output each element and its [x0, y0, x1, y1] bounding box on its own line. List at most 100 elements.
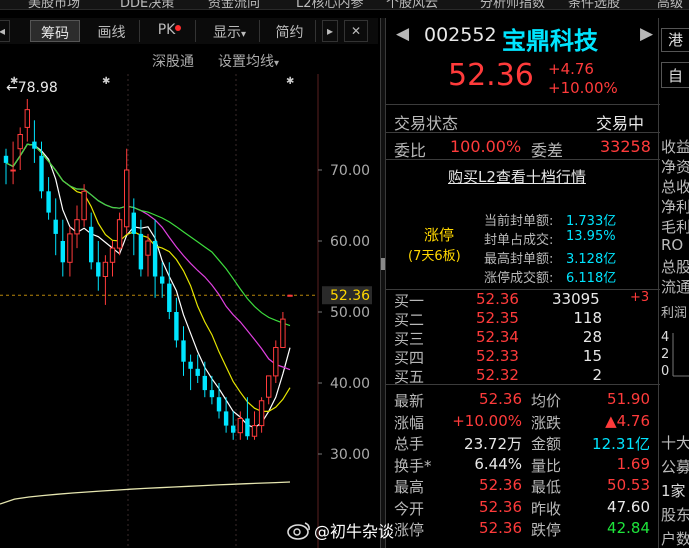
quote-panel: ◀ 002552 宝鼎科技 ▶ 52.36 +4.76 +10.00% 交易状态…	[386, 18, 660, 548]
stat-value: 23.72万	[464, 435, 522, 453]
limit-detail-value: 3.128亿	[566, 252, 617, 267]
close-icon[interactable]: ✕	[344, 20, 368, 42]
bid-level-price: 52.33	[476, 347, 519, 365]
weibo-icon	[287, 522, 310, 540]
hk-button[interactable]: 港	[661, 28, 689, 52]
limit-detail-value: 13.95%	[566, 229, 616, 244]
bid-level-volume: 28	[582, 328, 602, 346]
candle-body	[109, 247, 116, 263]
limit-detail-label: 涨停成交额:	[484, 271, 554, 286]
buy-l2-link[interactable]: 购买L2查看十档行情	[448, 166, 586, 187]
limit-up-title: 涨停	[424, 226, 455, 244]
long-ma-line	[0, 481, 291, 505]
finance-metric-label: 总股	[661, 258, 689, 276]
stat-label: 最低	[531, 478, 562, 496]
stat-label: 量比	[531, 456, 562, 475]
tab-prev-arrow[interactable]: ◂	[0, 20, 10, 42]
limit-detail-label: 封单占成交:	[484, 233, 554, 248]
notification-dot	[175, 25, 182, 31]
limit-detail-label: 当前封单额:	[484, 214, 554, 229]
price-change-pct: +10.00%	[548, 79, 618, 97]
shareholder-label: 1家	[661, 482, 686, 500]
menu-dde[interactable]: DDE决策	[120, 0, 174, 11]
custom-button[interactable]: 自	[661, 62, 689, 88]
shareholder-label: 公募	[661, 458, 689, 476]
finance-metric-label: 净利	[661, 198, 689, 216]
stat-value: 12.31亿	[592, 435, 650, 453]
bid-level-price: 52.34	[476, 328, 519, 346]
candle-body	[258, 400, 265, 427]
candle-body	[188, 361, 193, 369]
candle-body	[266, 375, 272, 398]
finance-metric-label: 流通	[661, 278, 689, 296]
bid-level-price: 52.32	[476, 366, 519, 384]
stat-value: 50.53	[607, 476, 650, 494]
chart-tab-bar: ◂ 筹码 画线 PK 显示▾ 简约 ▸ ✕	[0, 18, 378, 44]
menu-stock-screener[interactable]: 条件选股	[568, 0, 620, 11]
bid-level-volume: 2	[592, 366, 602, 384]
candle-body	[60, 241, 65, 263]
prev-stock-arrow[interactable]: ◀	[396, 24, 409, 44]
price-change: +4.76	[548, 60, 594, 78]
bid-level-label: 买四	[394, 349, 425, 367]
finance-side-panel: 港 自 收益 净资 总收 净利 毛利 RO 总股 流通 利润 420 十大 公募 1家 股东 户数	[658, 18, 689, 548]
watermark-text: @初牛杂谈	[314, 522, 395, 541]
stat-label: 涨跌	[531, 413, 562, 432]
next-stock-arrow[interactable]: ▶	[640, 24, 653, 44]
candle-body	[160, 276, 165, 284]
candle-body	[24, 109, 31, 128]
bid-1-label: 买一	[394, 292, 425, 310]
menu-stock-news[interactable]: 个股风云	[386, 0, 438, 11]
tab-next-arrow[interactable]: ▸	[322, 20, 338, 42]
y-tick-label: 60.00	[330, 234, 370, 250]
bid-1-volume: 33095	[552, 290, 600, 308]
tab-pk-label: PK	[157, 22, 176, 38]
stat-value: 52.36	[479, 519, 522, 537]
stock-name: 宝鼎科技	[502, 27, 598, 55]
shareholder-label: 股东	[661, 506, 689, 524]
stat-value: 6.44%	[474, 454, 522, 473]
candle-body	[3, 155, 9, 163]
limit-up-streak: (7天6板)	[408, 249, 461, 264]
candle-body	[195, 368, 200, 376]
candle-body	[10, 169, 16, 172]
menu-advanced[interactable]: 高级	[657, 0, 683, 11]
current-price-tag: 52.36	[330, 288, 370, 304]
kline-chart[interactable]: 深股通 设置均线▾ 70.00 60.00 50.00 40.00 30.00 52.36…	[0, 44, 378, 548]
tab-chips[interactable]: 筹码	[30, 20, 80, 42]
candle-body	[223, 411, 229, 426]
candle-body	[174, 312, 179, 341]
stat-value: 1.69	[616, 454, 650, 473]
menu-us-market[interactable]: 美股市场	[28, 0, 80, 11]
divider-handle[interactable]	[381, 258, 385, 270]
shareholder-label: 户数	[661, 530, 689, 548]
stat-label: 涨幅	[394, 413, 425, 432]
menu-capital-flow[interactable]: 资金流向	[208, 0, 260, 11]
bid-level-volume: 15	[582, 347, 602, 365]
order-ratio-label: 委比	[394, 141, 427, 160]
candle-body	[251, 425, 258, 437]
stat-label: 金额	[531, 435, 562, 453]
order-diff-label: 委差	[531, 141, 564, 160]
tab-pk[interactable]: PK	[144, 20, 196, 42]
tab-draw-line[interactable]: 画线	[84, 20, 140, 42]
bid-level-label: 买二	[394, 311, 425, 329]
tab-simple[interactable]: 简约	[264, 20, 316, 42]
candle-body	[39, 155, 44, 192]
menu-l2-core[interactable]: L2核心内参	[296, 0, 364, 11]
candle-body	[209, 390, 215, 398]
candle-body	[124, 169, 130, 228]
stat-label: 换手*	[394, 456, 432, 475]
candle-body	[152, 241, 158, 277]
divider	[386, 132, 660, 133]
tab-display[interactable]: 显示▾	[200, 20, 260, 42]
menu-analyst-index[interactable]: 分析师指数	[480, 0, 545, 11]
candle-body	[32, 141, 37, 149]
limit-detail-value: 1.733亿	[566, 214, 617, 229]
divider	[386, 104, 660, 105]
divider	[386, 384, 660, 385]
finance-metric-label: 总收	[661, 178, 689, 196]
stat-value: 47.60	[607, 497, 650, 516]
stock-code: 002552	[424, 24, 497, 46]
event-marker-icon: ✱	[102, 76, 110, 87]
